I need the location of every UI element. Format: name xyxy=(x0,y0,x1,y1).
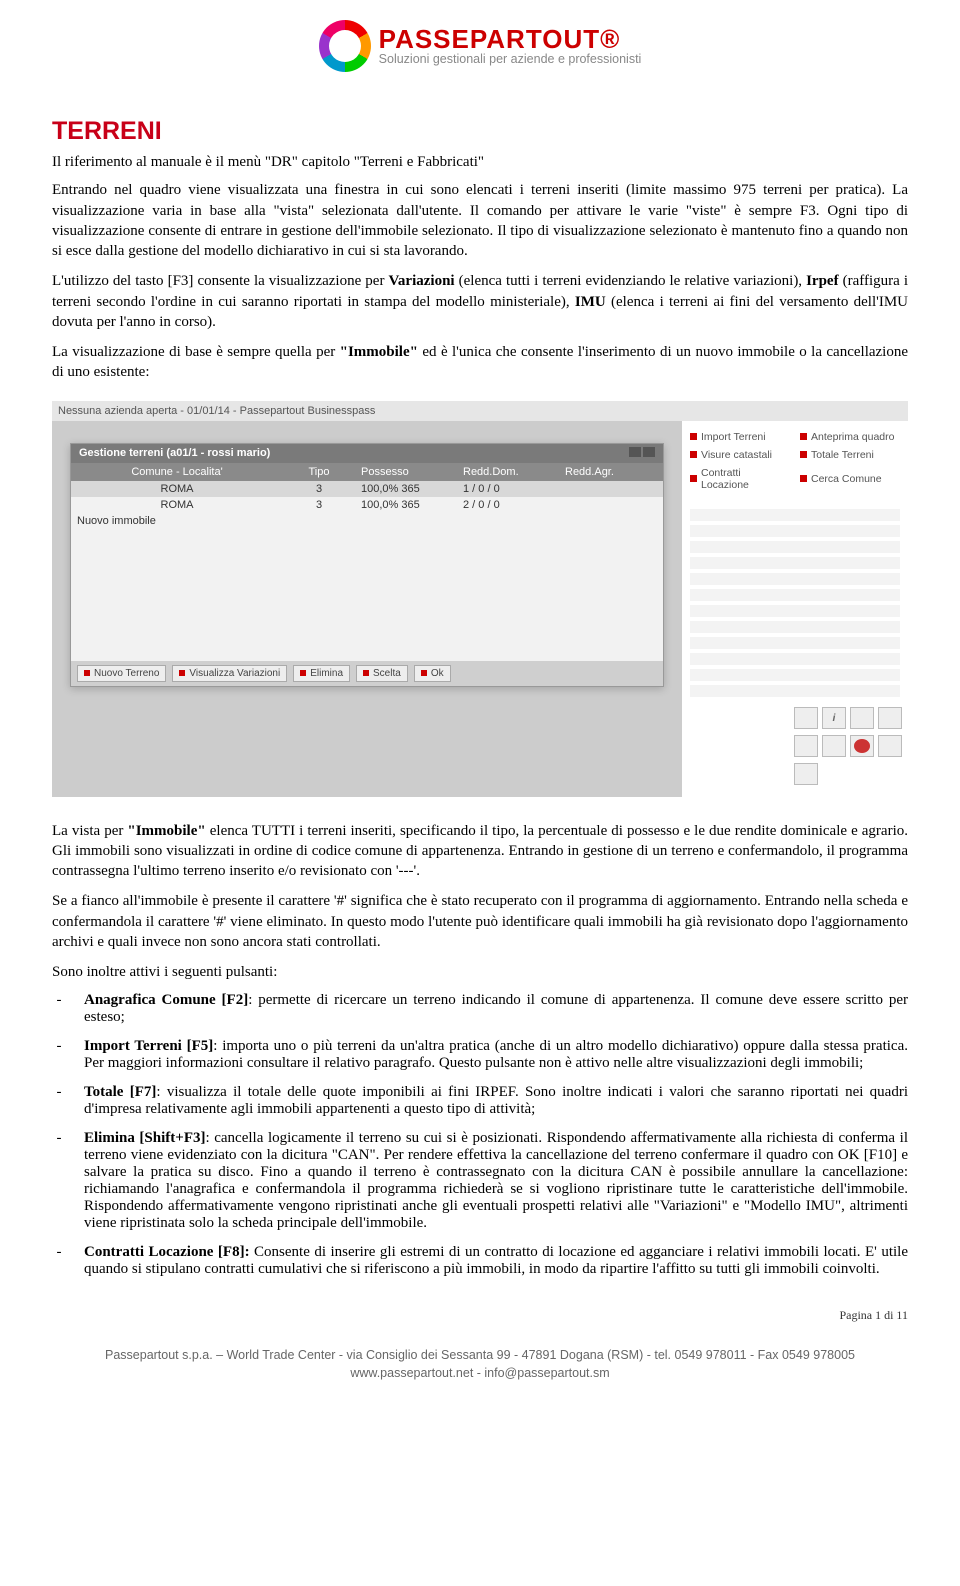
info-icon[interactable] xyxy=(822,707,846,729)
brand-subtitle: Soluzioni gestionali per aziende e profe… xyxy=(379,52,642,66)
new-row[interactable]: Nuovo immobile xyxy=(71,513,663,529)
export-icon[interactable] xyxy=(822,735,846,757)
table-row[interactable]: ROMA 3 100,0% 365 1 / 0 / 0 xyxy=(71,481,663,497)
paragraph-4: La vista per "Immobile" elenca TUTTI i t… xyxy=(52,821,908,882)
keyboard-icon[interactable] xyxy=(878,735,902,757)
monitor-icon[interactable] xyxy=(878,707,902,729)
list-item: - Elimina [Shift+F3]: cancella logicamen… xyxy=(52,1130,908,1232)
page-heading: TERRENI xyxy=(52,117,908,146)
paragraph-6: Sono inoltre attivi i seguenti pulsanti: xyxy=(52,962,908,982)
visualizza-variazioni-button[interactable]: Visualizza Variazioni xyxy=(172,665,287,682)
side-contratti-locazione[interactable]: Contratti Locazione xyxy=(690,467,790,491)
print-icon[interactable] xyxy=(794,735,818,757)
window-title: Gestione terreni (a01/1 - rossi mario) xyxy=(79,447,270,459)
table-row[interactable]: ROMA 3 100,0% 365 2 / 0 / 0 xyxy=(71,497,663,513)
table-header: Comune - Localita' Tipo Possesso Redd.Do… xyxy=(71,463,663,481)
list-item: - Import Terreni [F5]: importa uno o più… xyxy=(52,1038,908,1072)
brand-header: PASSEPARTOUT® Soluzioni gestionali per a… xyxy=(52,20,908,77)
brand-logo-icon xyxy=(319,20,371,72)
paragraph-5: Se a fianco all'immobile è presente il c… xyxy=(52,891,908,952)
toolbar-icons xyxy=(690,707,900,785)
window-controls[interactable] xyxy=(627,447,655,460)
app-screenshot: Nessuna azienda aperta - 01/01/14 - Pass… xyxy=(52,401,908,797)
list-item: - Anagrafica Comune [F2]: permette di ri… xyxy=(52,992,908,1026)
window-footer: Nuovo Terreno Visualizza Variazioni Elim… xyxy=(71,661,663,686)
side-anteprima-quadro[interactable]: Anteprima quadro xyxy=(800,431,900,443)
paragraph-1: Entrando nel quadro viene visualizzata u… xyxy=(52,180,908,261)
new-terreno-button[interactable]: Nuovo Terreno xyxy=(77,665,166,682)
paragraph-2: L'utilizzo del tasto [F3] consente la vi… xyxy=(52,271,908,332)
side-panel: Import Terreni Anteprima quadro Visure c… xyxy=(682,421,908,797)
terreni-window: Gestione terreni (a01/1 - rossi mario) C… xyxy=(70,443,664,687)
page-number: Pagina 1 di 11 xyxy=(52,1308,908,1323)
list-item: - Contratti Locazione [F8]: Consente di … xyxy=(52,1244,908,1278)
grid-icon[interactable] xyxy=(794,763,818,785)
scelta-button[interactable]: Scelta xyxy=(356,665,408,682)
elimina-button[interactable]: Elimina xyxy=(293,665,350,682)
company-footer: Passepartout s.p.a. – World Trade Center… xyxy=(52,1347,908,1382)
ok-button[interactable]: Ok xyxy=(414,665,451,682)
side-visure-catastali[interactable]: Visure catastali xyxy=(690,449,790,461)
brand-title: PASSEPARTOUT® xyxy=(379,26,621,52)
sort-icon[interactable] xyxy=(850,707,874,729)
app-titlebar: Nessuna azienda aperta - 01/01/14 - Pass… xyxy=(52,401,908,421)
paragraph-3: La visualizzazione di base è sempre quel… xyxy=(52,342,908,383)
calendar-icon[interactable] xyxy=(794,707,818,729)
intro-line: Il riferimento al manuale è il menù "DR"… xyxy=(52,152,908,172)
side-import-terreni[interactable]: Import Terreni xyxy=(690,431,790,443)
list-item: - Totale [F7]: visualizza il totale dell… xyxy=(52,1084,908,1118)
bullets: - Anagrafica Comune [F2]: permette di ri… xyxy=(52,992,908,1278)
side-totale-terreni[interactable]: Totale Terreni xyxy=(800,449,900,461)
sw-icon[interactable] xyxy=(850,735,874,757)
side-cerca-comune[interactable]: Cerca Comune xyxy=(800,467,900,491)
